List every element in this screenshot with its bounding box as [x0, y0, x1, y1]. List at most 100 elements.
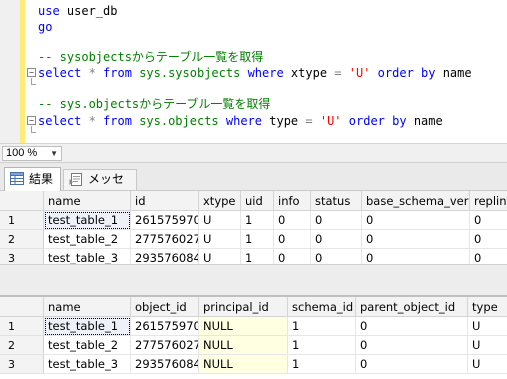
column-header[interactable]: name	[44, 297, 131, 317]
null-cell[interactable]: NULL	[199, 336, 288, 355]
code-line-comment-2[interactable]: -- sys.objectsからテーブル一覧を取得	[38, 96, 270, 112]
code-line-1[interactable]: use user_db	[38, 3, 117, 19]
column-header[interactable]: principal_id	[199, 297, 288, 317]
fold-guide-end	[31, 84, 36, 85]
tab-messages[interactable]: メッセージ	[63, 169, 137, 205]
row-header[interactable]: 2	[0, 336, 44, 355]
grid-cell[interactable]: 0	[274, 211, 311, 230]
grid-cell[interactable]: 0	[362, 230, 470, 249]
system-object-name: sys.sysobjects	[139, 66, 241, 80]
grid-cell[interactable]: 1	[241, 211, 274, 230]
grid-cell[interactable]: 0	[470, 211, 507, 230]
code-line-query-2[interactable]: select * from sys.objects where type = '…	[38, 113, 443, 129]
keyword-select: select	[38, 114, 82, 128]
column-header[interactable]: status	[311, 191, 362, 211]
keyword-go: go	[38, 20, 53, 34]
grid-cell[interactable]: 0	[356, 317, 468, 336]
grid-cell[interactable]: 0	[356, 336, 468, 355]
equals-operator: =	[305, 114, 313, 128]
grid-cell[interactable]: 0	[356, 355, 468, 374]
string-literal: 'U'	[319, 114, 342, 128]
grid-cell[interactable]: 261575970	[131, 317, 199, 336]
editor-gutter	[0, 0, 20, 143]
column-header[interactable]: object_id	[131, 297, 199, 317]
order-column: name	[435, 66, 472, 80]
keyword-by: by	[392, 114, 407, 128]
zoom-dropdown[interactable]: 100 % ▼	[2, 146, 62, 161]
grid-cell[interactable]: U	[199, 211, 241, 230]
grid-cell[interactable]: U	[468, 317, 507, 336]
tab-results[interactable]: 結果	[4, 167, 61, 191]
row-header[interactable]: 1	[0, 211, 44, 230]
grid-cell[interactable]: 0	[311, 230, 362, 249]
grid-cell[interactable]: test_table_2	[44, 230, 131, 249]
grid-icon	[10, 172, 24, 185]
sql-editor[interactable]: use user_db go -- sysobjectsからテーブル一覧を取得 …	[0, 0, 507, 143]
grid-cell[interactable]: test_table_2	[44, 336, 131, 355]
grid-cell[interactable]: 261575970	[131, 211, 199, 230]
order-column: name	[406, 114, 443, 128]
messages-icon	[69, 173, 82, 186]
zoom-bar: 100 % ▼	[0, 143, 507, 163]
column-header[interactable]: base_schema_ver	[362, 191, 470, 211]
fold-toggle-icon[interactable]: −	[27, 68, 36, 77]
grid-corner-cell[interactable]	[0, 297, 44, 317]
column-header[interactable]: schema_id	[288, 297, 356, 317]
grid-cell[interactable]: 277576027	[131, 336, 199, 355]
grid-cell[interactable]: test_table_1	[44, 211, 131, 230]
fold-toggle-icon[interactable]: −	[27, 116, 36, 125]
grid-cell[interactable]: U	[199, 230, 241, 249]
star-operator: *	[81, 66, 104, 80]
grid-cell[interactable]: 1	[288, 355, 356, 374]
comment-text: -- sysobjectsからテーブル一覧を取得	[38, 50, 264, 64]
database-name: user_db	[59, 4, 118, 18]
grid-cell[interactable]: 1	[288, 336, 356, 355]
keyword-where: where	[247, 66, 284, 80]
column-header[interactable]: name	[44, 191, 131, 211]
chevron-down-icon[interactable]: ▼	[50, 147, 58, 160]
comment-text: -- sys.objectsからテーブル一覧を取得	[38, 97, 271, 111]
keyword-from: from	[103, 114, 132, 128]
grid-cell[interactable]: 0	[274, 230, 311, 249]
star-operator: *	[81, 114, 104, 128]
row-header[interactable]: 2	[0, 230, 44, 249]
keyword-use: use	[38, 4, 60, 18]
grid-cell[interactable]: U	[468, 336, 507, 355]
grid-cell[interactable]: 1	[241, 230, 274, 249]
grid-cell[interactable]: 0	[362, 211, 470, 230]
column-header[interactable]: parent_object_id	[356, 297, 468, 317]
grid-cell[interactable]: 0	[311, 211, 362, 230]
keyword-select: select	[38, 66, 82, 80]
keyword-by: by	[421, 66, 436, 80]
fold-guide-end	[31, 132, 36, 133]
grid-cell[interactable]: 293576084	[131, 355, 199, 374]
keyword-where: where	[225, 114, 263, 128]
grid-cell[interactable]: test_table_1	[44, 317, 131, 336]
system-object-name: sys.objects	[139, 114, 219, 128]
change-marker-bar	[20, 0, 25, 143]
column-header[interactable]: id	[131, 191, 199, 211]
null-cell[interactable]: NULL	[199, 317, 288, 336]
equals-operator: =	[334, 66, 342, 80]
column-header[interactable]: xtype	[199, 191, 241, 211]
grid-cell[interactable]: U	[468, 355, 507, 374]
code-line-2[interactable]: go	[38, 19, 52, 35]
keyword-from: from	[103, 66, 132, 80]
results-grid-objects[interactable]: name object_id principal_id schema_id pa…	[0, 295, 507, 379]
code-line-comment-1[interactable]: -- sysobjectsからテーブル一覧を取得	[38, 49, 263, 65]
row-header[interactable]: 3	[0, 355, 44, 374]
column-header[interactable]: info	[274, 191, 311, 211]
code-line-query-1[interactable]: select * from sys.sysobjects where xtype…	[38, 65, 472, 81]
grid-cell[interactable]: 277576027	[131, 230, 199, 249]
grid-cell[interactable]: test_table_3	[44, 355, 131, 374]
null-cell[interactable]: NULL	[199, 355, 288, 374]
column-header[interactable]: type	[468, 297, 507, 317]
grid-cell[interactable]: 0	[470, 230, 507, 249]
column-header[interactable]: replinfo	[470, 191, 507, 211]
string-literal: 'U'	[348, 66, 371, 80]
grid-cell[interactable]: 1	[288, 317, 356, 336]
grid-corner-cell[interactable]	[0, 191, 44, 211]
tab-results-label: 結果	[29, 172, 54, 186]
column-header[interactable]: uid	[241, 191, 274, 211]
row-header[interactable]: 1	[0, 317, 44, 336]
